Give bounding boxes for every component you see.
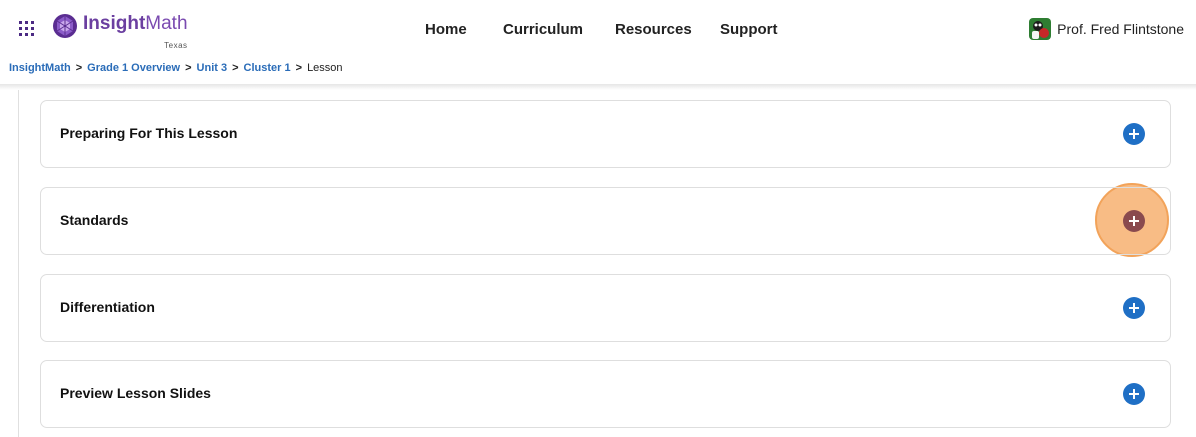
breadcrumb-cluster[interactable]: Cluster 1 (244, 62, 291, 74)
expand-plus-icon[interactable] (1123, 210, 1145, 232)
breadcrumb-current: Lesson (307, 62, 343, 74)
insightmath-logo[interactable]: InsightMath Texas (52, 11, 188, 50)
app-grid-icon[interactable] (19, 21, 34, 36)
expand-plus-icon[interactable] (1123, 383, 1145, 405)
user-menu[interactable]: Prof. Fred Flintstone (1029, 18, 1184, 40)
breadcrumb-separator: > (75, 62, 83, 74)
avatar (1029, 18, 1052, 40)
logo-subtitle: Texas (164, 41, 188, 50)
breadcrumb-unit[interactable]: Unit 3 (197, 62, 228, 74)
panel-standards[interactable]: Standards (40, 187, 1171, 255)
logo-text-bold: Insight (83, 13, 146, 34)
user-name: Prof. Fred Flintstone (1057, 21, 1184, 37)
logo-text: InsightMath Texas (83, 11, 188, 50)
panel-title: Standards (60, 212, 129, 228)
expand-plus-icon[interactable] (1123, 123, 1145, 145)
breadcrumb-grade-overview[interactable]: Grade 1 Overview (87, 62, 180, 74)
panel-preview-slides[interactable]: Preview Lesson Slides (40, 360, 1171, 428)
panel-differentiation[interactable]: Differentiation (40, 274, 1171, 342)
logo-text-thin: Math (145, 13, 188, 34)
breadcrumb: InsightMath > Grade 1 Overview > Unit 3 … (9, 62, 343, 74)
top-header: InsightMath Texas Home Curriculum Resour… (0, 0, 1196, 74)
breadcrumb-separator: > (295, 62, 303, 74)
content-border (18, 90, 19, 437)
nav-home[interactable]: Home (425, 21, 467, 39)
breadcrumb-separator: > (185, 62, 192, 74)
panel-title: Preparing For This Lesson (60, 125, 238, 141)
panel-preparing[interactable]: Preparing For This Lesson (40, 100, 1171, 168)
logo-mark-icon (53, 14, 77, 38)
nav-resources[interactable]: Resources (615, 21, 692, 39)
breadcrumb-separator: > (232, 62, 239, 74)
panel-title: Differentiation (60, 299, 155, 315)
breadcrumb-insightmath[interactable]: InsightMath (9, 62, 71, 74)
expand-plus-icon[interactable] (1123, 297, 1145, 319)
nav-curriculum[interactable]: Curriculum (503, 21, 583, 39)
nav-support[interactable]: Support (720, 21, 778, 39)
panel-title: Preview Lesson Slides (60, 385, 211, 401)
